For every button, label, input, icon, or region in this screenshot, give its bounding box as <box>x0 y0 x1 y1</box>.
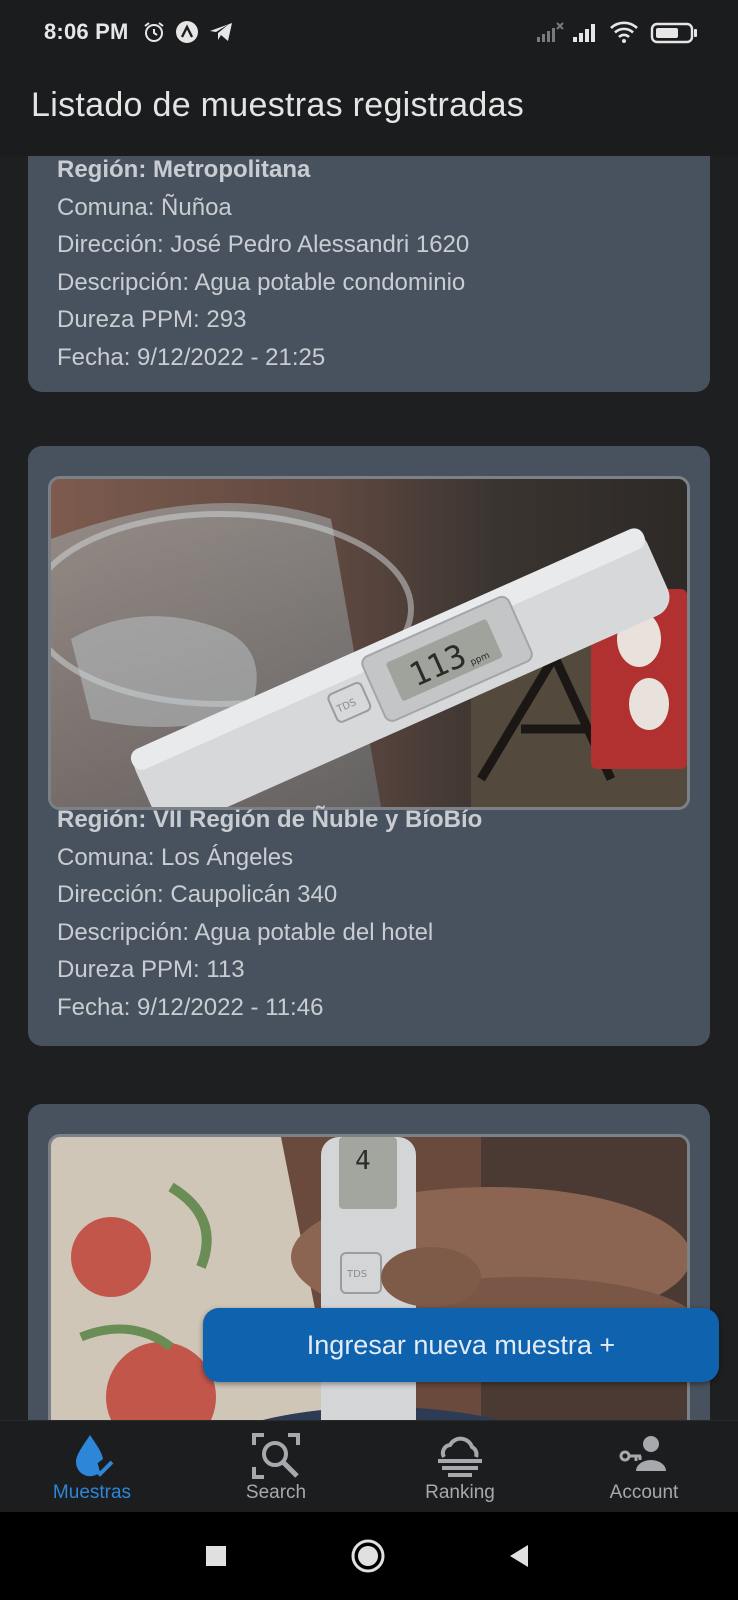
recents-button-icon[interactable] <box>204 1544 228 1568</box>
system-navigation-bar <box>0 1512 738 1600</box>
tds-reading: 4 <box>355 1146 371 1176</box>
nav-item-search[interactable]: Search <box>184 1421 368 1513</box>
sample-region: Región: VII Región de Ñuble y BíoBío <box>57 806 483 833</box>
wifi-icon <box>610 21 638 43</box>
alarm-icon <box>144 22 164 42</box>
nav-item-ranking[interactable]: Ranking <box>368 1421 552 1513</box>
search-icon <box>252 1433 300 1479</box>
sample-address: Dirección: Caupolicán 340 <box>57 881 338 909</box>
sample-hardness: Dureza PPM: 293 <box>57 306 247 334</box>
app-bar: Listado de muestras registradas <box>0 64 738 156</box>
back-button-icon[interactable] <box>506 1543 532 1569</box>
sample-address: Dirección: José Pedro Alessandri 1620 <box>57 231 470 259</box>
sample-card[interactable]: 113 ppm TDS Región: VII Región de Ñuble … <box>28 446 710 1046</box>
sample-description: Descripción: Agua potable condominio <box>57 268 466 296</box>
sample-region: Región: Metropolitana <box>57 156 311 183</box>
add-sample-button[interactable]: Ingresar nueva muestra + <box>203 1308 719 1382</box>
sample-description: Descripción: Agua potable del hotel <box>57 918 434 946</box>
ranking-cloud-icon <box>438 1436 482 1477</box>
sample-card[interactable]: Región: Metropolitana Comuna: Ñuñoa Dire… <box>28 156 710 392</box>
sample-date: Fecha: 9/12/2022 - 11:46 <box>57 993 324 1021</box>
home-button-icon[interactable] <box>350 1538 386 1574</box>
telegram-icon <box>210 23 232 41</box>
samples-list[interactable]: Región: Metropolitana Comuna: Ñuñoa Dire… <box>0 156 738 1420</box>
sample-info: Región: VII Región de Ñuble y BíoBío Com… <box>57 801 482 1027</box>
sample-photo[interactable]: 113 ppm TDS <box>48 476 690 810</box>
nav-item-muestras[interactable]: Muestras <box>0 1421 184 1513</box>
nav-item-account[interactable]: Account <box>552 1421 736 1513</box>
account-key-icon <box>619 1436 666 1471</box>
nav-label: Account <box>609 1482 679 1503</box>
sample-comuna: Comuna: Los Ángeles <box>57 843 294 871</box>
sample-comuna: Comuna: Ñuñoa <box>57 193 232 221</box>
battery-icon <box>650 22 697 44</box>
status-time: 8:06 PM <box>44 19 129 44</box>
signal-icon <box>573 24 595 42</box>
app-notification-icon <box>176 21 198 43</box>
nav-label: Search <box>245 1482 307 1503</box>
nav-label: Ranking <box>425 1482 495 1503</box>
tds-meter-photo: 113 ppm TDS <box>51 479 687 807</box>
water-drop-check-icon <box>75 1435 114 1477</box>
status-bar: 8:06 PM <box>0 0 738 64</box>
sample-info: Región: Metropolitana Comuna: Ñuñoa Dire… <box>57 156 469 377</box>
tds-brand: TDS <box>346 1269 367 1280</box>
nav-label: Muestras <box>52 1482 132 1503</box>
signal-off-icon <box>537 22 564 42</box>
bottom-navigation: Muestras Search Ranking Account <box>0 1420 738 1512</box>
sample-date: Fecha: 9/12/2022 - 21:25 <box>57 343 326 371</box>
page-title: Listado de muestras registradas <box>31 86 525 124</box>
sample-hardness: Dureza PPM: 113 <box>57 956 245 984</box>
